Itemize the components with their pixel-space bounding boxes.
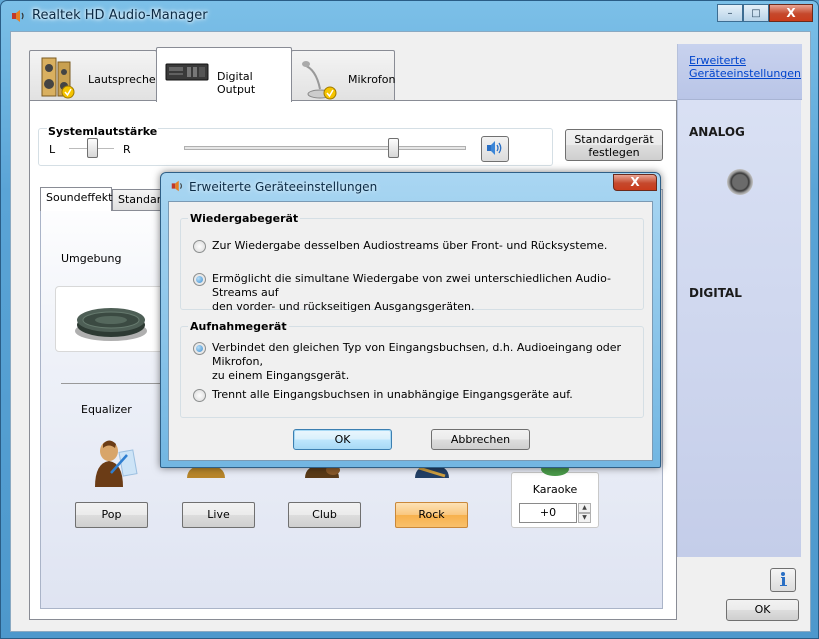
dialog-speaker-icon xyxy=(170,179,184,193)
dialog-title: Erweiterte Geräteeinstellungen xyxy=(189,180,378,194)
tab-label: Mikrofon xyxy=(348,73,396,86)
advanced-settings-dialog: Erweiterte Geräteeinstellungen X Wiederg… xyxy=(160,172,661,468)
radio-button[interactable] xyxy=(193,240,206,253)
title-bar[interactable]: Realtek HD Audio-Manager – □ X xyxy=(1,1,818,31)
digital-label: DIGITAL xyxy=(689,286,742,300)
environment-disc-icon xyxy=(75,308,147,341)
equalizer-label: Equalizer xyxy=(81,403,132,416)
tab-lautsprecher[interactable]: Lautsprecher xyxy=(29,50,161,103)
set-default-device-button[interactable]: Standardgerät festlegen xyxy=(565,129,663,161)
system-volume-title: Systemlautstärke xyxy=(47,125,159,138)
environment-preview[interactable] xyxy=(55,286,165,352)
balance-right-label: R xyxy=(123,143,131,156)
divider xyxy=(61,383,171,384)
karaoke-down-button[interactable]: ▼ xyxy=(578,513,591,523)
sidebar: Erweiterte Geräteeinstellungen ANALOG DI… xyxy=(677,44,802,557)
info-button[interactable] xyxy=(770,568,796,592)
mute-button[interactable] xyxy=(481,136,509,162)
option-label: Zur Wiedergabe desselben Audiostreams üb… xyxy=(212,239,608,252)
record-option-separate-jacks[interactable]: Trennt alle Eingangsbuchsen in unabhängi… xyxy=(193,388,573,402)
main-ok-button[interactable]: OK xyxy=(726,599,799,621)
advanced-settings-link[interactable]: Erweiterte Geräteeinstellungen xyxy=(689,54,801,80)
speaker-volume-icon xyxy=(486,140,504,159)
dialog-cancel-button[interactable]: Abbrechen xyxy=(431,429,530,450)
analog-label: ANALOG xyxy=(689,125,745,139)
sidebar-header: Erweiterte Geräteeinstellungen xyxy=(678,44,802,100)
playback-device-group: Wiedergabegerät Zur Wiedergabe desselben… xyxy=(180,212,644,313)
equalizer-figure-icon xyxy=(81,435,141,494)
maximize-button[interactable]: □ xyxy=(743,4,769,22)
button-label-line1: Standardgerät xyxy=(574,133,654,146)
radio-button-checked[interactable] xyxy=(193,342,206,355)
analog-jack-icon[interactable] xyxy=(727,169,753,195)
eq-preset-live-button[interactable]: Live xyxy=(182,502,255,528)
tab-digital-output[interactable]: Digital Output xyxy=(156,47,292,102)
option-label-line2: den vorder- und rückseitigen Ausgangsger… xyxy=(212,300,475,313)
tab-soundeffekt[interactable]: Soundeffekt xyxy=(40,187,112,211)
button-label-line2: festlegen xyxy=(588,146,640,159)
tab-label: Lautsprecher xyxy=(88,73,161,86)
eq-preset-pop-button[interactable]: Pop xyxy=(75,502,148,528)
playback-option-separate-streams[interactable]: Ermöglicht die simultane Wiedergabe von … xyxy=(193,272,643,314)
dialog-close-button[interactable]: X xyxy=(613,174,657,191)
dialog-body: Wiedergabegerät Zur Wiedergabe desselben… xyxy=(168,201,653,461)
record-option-combine-jacks[interactable]: Verbindet den gleichen Typ von Eingangsb… xyxy=(193,341,643,383)
karaoke-control: Karaoke +0 ▲ ▼ xyxy=(511,462,599,528)
speaker-app-icon xyxy=(10,8,26,24)
balance-slider-thumb[interactable] xyxy=(86,138,98,158)
volume-slider-thumb[interactable] xyxy=(387,138,399,158)
tab-mikrofon[interactable]: Mikrofon xyxy=(291,50,396,104)
microphone-icon xyxy=(300,57,342,104)
option-label-line1: Verbindet den gleichen Typ von Eingangsb… xyxy=(212,341,622,368)
device-tabs: Lautsprecher Digital Output Mikrofon xyxy=(29,47,399,104)
digital-output-icon xyxy=(165,61,209,86)
window-controls: – □ X xyxy=(717,4,813,22)
option-label: Verbindet den gleichen Typ von Eingangsb… xyxy=(212,341,643,383)
volume-track xyxy=(184,146,466,150)
window-title: Realtek HD Audio-Manager xyxy=(32,8,208,23)
karaoke-up-button[interactable]: ▲ xyxy=(578,503,591,513)
environment-label: Umgebung xyxy=(61,252,122,265)
record-device-group: Aufnahmegerät Verbindet den gleichen Typ… xyxy=(180,320,644,418)
system-volume-group: Systemlautstärke L R xyxy=(38,125,553,166)
option-label: Ermöglicht die simultane Wiedergabe von … xyxy=(212,272,643,314)
karaoke-value-field[interactable]: +0 xyxy=(519,503,577,523)
info-icon xyxy=(776,571,790,590)
close-button[interactable]: X xyxy=(769,4,813,22)
eq-preset-club-button[interactable]: Club xyxy=(288,502,361,528)
dialog-ok-button[interactable]: OK xyxy=(293,429,392,450)
link-line2: Geräteeinstellungen xyxy=(689,67,802,80)
radio-button-checked[interactable] xyxy=(193,273,206,286)
tab-label: Digital Output xyxy=(217,70,256,96)
radio-button[interactable] xyxy=(193,389,206,402)
record-group-title: Aufnahmegerät xyxy=(188,320,289,333)
balance-left-label: L xyxy=(49,143,56,156)
option-label-line1: Ermöglicht die simultane Wiedergabe von … xyxy=(212,272,611,299)
karaoke-label: Karaoke xyxy=(532,483,578,496)
minimize-button[interactable]: – xyxy=(717,4,743,22)
speaker-icon xyxy=(38,56,78,103)
option-label: Trennt alle Eingangsbuchsen in unabhängi… xyxy=(212,388,573,401)
option-label-line2: zu einem Eingangsgerät. xyxy=(212,369,350,382)
eq-preset-rock-button[interactable]: Rock xyxy=(395,502,468,528)
link-line1: Erweiterte xyxy=(689,54,746,67)
playback-group-title: Wiedergabegerät xyxy=(188,212,301,225)
playback-option-same-stream[interactable]: Zur Wiedergabe desselben Audiostreams üb… xyxy=(193,239,607,253)
